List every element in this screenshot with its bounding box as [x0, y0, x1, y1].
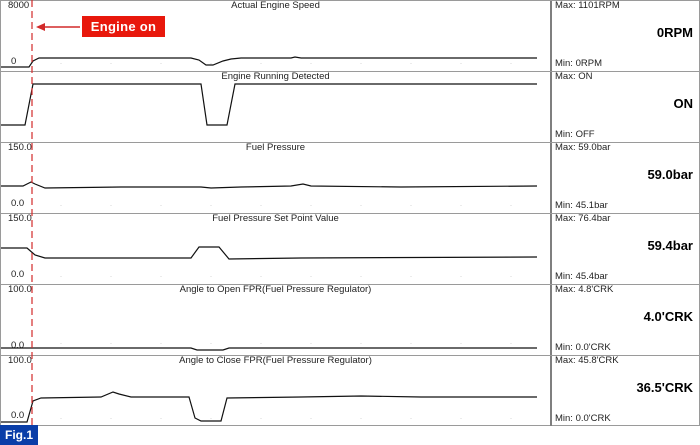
min-readout: Min: 45.1bar — [555, 200, 608, 211]
max-readout: Max: 45.8'CRK — [555, 355, 619, 366]
panel-title: Actual Engine Speed — [231, 0, 320, 11]
value-box: Max: 45.8'CRK 36.5'CRK Min: 0.0'CRK — [552, 355, 699, 426]
value-box: Max: 59.0bar 59.0bar Min: 45.1bar — [552, 142, 699, 213]
value-box: Max: 1101RPM 0RPM Min: 0RPM — [552, 0, 699, 71]
trace-angle-to-open-fpr — [1, 343, 537, 351]
plot-area — [1, 285, 550, 355]
current-value: ON — [673, 96, 694, 111]
value-box: Max: 4.8'CRK 4.0'CRK Min: 0.0'CRK — [552, 284, 699, 355]
plot-area — [1, 72, 550, 142]
y-axis-bottom-label: 0.0 — [11, 410, 25, 421]
plot-area — [1, 143, 550, 213]
panel-fuel-pressure: 150.0 0.0 Fuel Pressure Max: 59.0bar 59.… — [0, 142, 700, 213]
min-readout: Min: 0RPM — [555, 58, 602, 69]
engine-on-label: Engine on — [82, 16, 165, 37]
trace-fuel-pressure — [1, 181, 538, 209]
panel-title: Fuel Pressure — [245, 142, 306, 153]
trace-engine-running-detected — [1, 83, 537, 126]
max-readout: Max: 59.0bar — [555, 142, 611, 153]
panel-title: Angle to Close FPR(Fuel Pressure Regulat… — [179, 355, 372, 366]
current-value: 59.0bar — [647, 167, 693, 182]
panel-angle-to-close-fpr: 100.0 0.0 Angle to Close FPR(Fuel Pressu… — [0, 355, 700, 426]
current-value: 4.0'CRK — [643, 309, 693, 324]
value-box: Max: ON ON Min: OFF — [552, 71, 699, 142]
trace-angle-to-close-fpr — [1, 391, 537, 423]
figure-label: Fig.1 — [0, 425, 38, 445]
max-readout: Max: 76.4bar — [555, 213, 611, 224]
y-axis-bottom-label: 0 — [11, 56, 17, 67]
max-readout: Max: ON — [555, 71, 593, 82]
engine-data-screen: 8000 0 Actual Engine Speed Max: 1101RPM … — [0, 0, 700, 445]
panel-engine-running-detected: Engine Running Detected Max: ON ON Min: … — [0, 71, 700, 142]
y-axis-bottom-label: 0.0 — [11, 198, 25, 209]
min-readout: Min: 0.0'CRK — [555, 342, 611, 353]
plot-area — [1, 214, 550, 284]
current-value: 0RPM — [656, 25, 693, 40]
panel-title: Engine Running Detected — [221, 71, 330, 82]
y-axis-bottom-label: 0.0 — [11, 340, 25, 351]
min-readout: Min: 45.4bar — [555, 271, 608, 282]
min-readout: Min: 0.0'CRK — [555, 413, 611, 424]
max-readout: Max: 1101RPM — [555, 0, 620, 11]
plot-area — [1, 356, 550, 426]
trace-fuel-pressure-set-point — [1, 246, 538, 280]
current-value: 36.5'CRK — [636, 380, 693, 395]
current-value: 59.4bar — [647, 238, 693, 253]
panel-title: Angle to Open FPR(Fuel Pressure Regulato… — [179, 284, 372, 295]
panel-fuel-pressure-set-point: 150.0 0.0 Fuel Pressure Set Point Value … — [0, 213, 700, 284]
min-readout: Min: OFF — [555, 129, 595, 140]
y-axis-bottom-label: 0.0 — [11, 269, 25, 280]
panel-angle-to-open-fpr: 100.0 0.0 Angle to Open FPR(Fuel Pressur… — [0, 284, 700, 355]
max-readout: Max: 4.8'CRK — [555, 284, 614, 295]
value-box: Max: 76.4bar 59.4bar Min: 45.4bar — [552, 213, 699, 284]
panel-title: Fuel Pressure Set Point Value — [212, 213, 339, 224]
